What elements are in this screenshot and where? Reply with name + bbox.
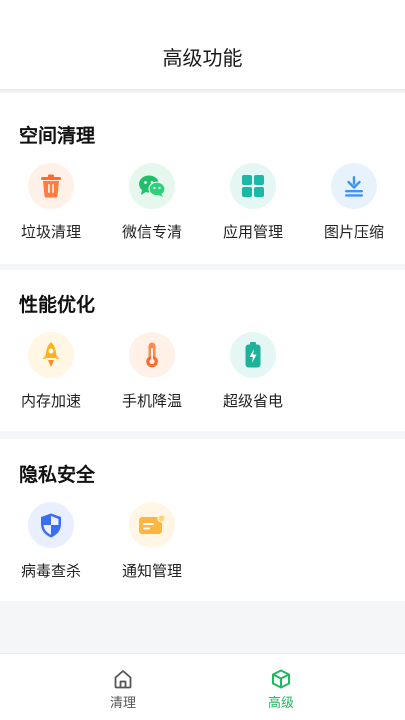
apps-grid-icon xyxy=(230,163,276,209)
feature-label: 图片压缩 xyxy=(323,223,384,241)
feature-label: 内存加速 xyxy=(20,392,81,410)
feature-app-manage[interactable]: 应用管理 xyxy=(213,163,293,242)
feature-label: 应用管理 xyxy=(222,223,283,241)
section-space-clean: 空间清理 垃圾清理 微信专清 应用管理 图片压缩 xyxy=(0,93,405,264)
feature-notification-manage[interactable]: 通知管理 xyxy=(112,502,192,581)
shield-icon xyxy=(28,502,74,548)
feature-wechat-clean[interactable]: 微信专清 xyxy=(112,163,192,242)
feature-label: 微信专清 xyxy=(121,223,182,241)
cube-icon xyxy=(272,669,290,689)
feature-junk-clean[interactable]: 垃圾清理 xyxy=(11,163,91,242)
tab-advanced[interactable]: 高级 xyxy=(241,654,321,720)
feature-label: 超级省电 xyxy=(222,392,283,410)
section-privacy: 隐私安全 病毒查杀 通知管理 xyxy=(0,439,405,601)
top-header: 高级功能 xyxy=(0,0,405,90)
tab-clean[interactable]: 清理 xyxy=(83,654,163,720)
wechat-icon xyxy=(129,163,175,209)
feature-label: 垃圾清理 xyxy=(20,223,81,241)
section-title: 性能优化 xyxy=(19,294,96,316)
rocket-icon xyxy=(28,332,74,378)
feature-memory-boost[interactable]: 内存加速 xyxy=(11,332,91,411)
notification-card-icon xyxy=(129,502,175,548)
bottom-tab-bar: 清理 高级 xyxy=(0,653,405,720)
tab-label: 清理 xyxy=(109,696,136,711)
feature-power-save[interactable]: 超级省电 xyxy=(213,332,293,411)
section-title: 空间清理 xyxy=(19,125,96,147)
home-icon xyxy=(114,670,132,689)
download-compress-icon xyxy=(331,163,377,209)
trash-icon xyxy=(28,163,74,209)
feature-image-compress[interactable]: 图片压缩 xyxy=(314,163,394,242)
feature-label: 通知管理 xyxy=(121,562,182,580)
feature-virus-scan[interactable]: 病毒查杀 xyxy=(11,502,91,581)
section-performance: 性能优化 内存加速 手机降温 超级省电 xyxy=(0,270,405,431)
thermometer-icon xyxy=(129,332,175,378)
page-title: 高级功能 xyxy=(162,46,243,70)
battery-icon xyxy=(230,332,276,378)
feature-label: 手机降温 xyxy=(121,392,182,410)
feature-label: 病毒查杀 xyxy=(20,562,81,580)
feature-phone-cooldown[interactable]: 手机降温 xyxy=(112,332,192,411)
tab-label: 高级 xyxy=(267,696,294,711)
section-title: 隐私安全 xyxy=(19,464,96,486)
